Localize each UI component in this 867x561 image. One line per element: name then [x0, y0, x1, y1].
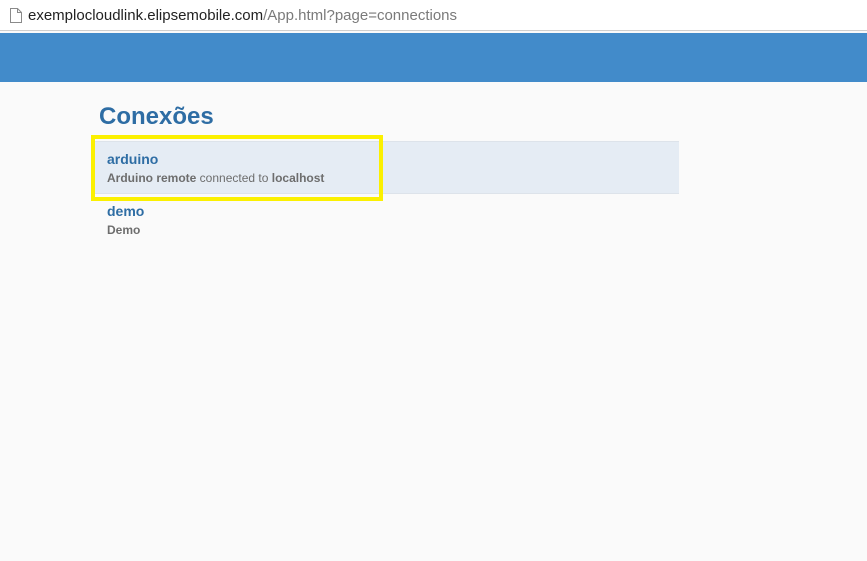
- url-path: /App.html?page=connections: [263, 6, 458, 24]
- connection-desc-mid: connected to: [196, 171, 272, 185]
- url-host: exemplocloudlink.elipsemobile.com: [28, 6, 264, 24]
- connection-name[interactable]: arduino: [107, 150, 679, 168]
- connection-desc-host: localhost: [271, 171, 325, 185]
- connection-description: Arduino remote connected to localhost: [107, 170, 679, 186]
- page-title: Conexões: [99, 103, 214, 130]
- connection-desc-bold: Demo: [107, 223, 141, 237]
- connection-name[interactable]: demo: [107, 202, 679, 220]
- connections-list: arduino Arduino remote connected to loca…: [91, 141, 679, 247]
- url-text[interactable]: exemplocloudlink.elipsemobile.com/App.ht…: [28, 7, 457, 24]
- address-bar[interactable]: exemplocloudlink.elipsemobile.com/App.ht…: [0, 0, 867, 31]
- page-icon: [7, 6, 25, 24]
- connection-description: Demo: [107, 222, 679, 238]
- connection-desc-bold: Arduino remote: [107, 171, 197, 185]
- connection-item-demo[interactable]: demo Demo: [91, 194, 679, 247]
- app-header-bar: [0, 33, 867, 82]
- connection-item-arduino[interactable]: arduino Arduino remote connected to loca…: [91, 141, 679, 194]
